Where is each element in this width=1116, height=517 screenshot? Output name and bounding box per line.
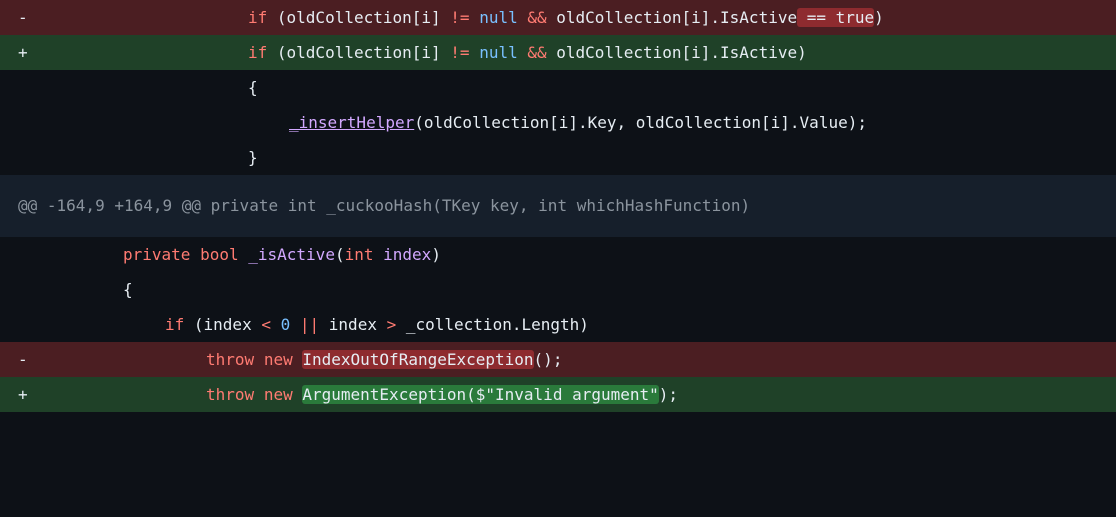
operator: && bbox=[527, 8, 547, 27]
code-token: (oldCollection[i].Key, oldCollection[i].… bbox=[414, 113, 867, 132]
code-token: (oldCollection[i] bbox=[267, 8, 451, 27]
code-token: ) bbox=[431, 245, 441, 264]
diff-line-context: { bbox=[0, 70, 1116, 105]
addition-marker: + bbox=[18, 43, 28, 62]
code-text: _insertHelper(oldCollection[i].Key, oldC… bbox=[289, 105, 867, 140]
diff-line-added: + throw new ArgumentException($"Invalid … bbox=[0, 377, 1116, 412]
operator: != bbox=[450, 43, 470, 62]
keyword: throw bbox=[206, 385, 255, 404]
keyword: new bbox=[263, 385, 293, 404]
diff-line-context: if (index < 0 || index > _collection.Len… bbox=[0, 307, 1116, 342]
operator: != bbox=[450, 8, 470, 27]
code-token: (oldCollection[i] bbox=[267, 43, 451, 62]
operator: && bbox=[527, 43, 547, 62]
code-text: } bbox=[248, 148, 258, 167]
code-text: if (index < 0 || index > _collection.Len… bbox=[165, 307, 589, 342]
literal: null bbox=[479, 43, 518, 62]
diff-line-deleted: - if (oldCollection[i] != null && oldCol… bbox=[0, 0, 1116, 35]
operator: || bbox=[299, 315, 320, 334]
code-text: if (oldCollection[i] != null && oldColle… bbox=[248, 0, 884, 35]
operator: > bbox=[386, 315, 397, 334]
code-text: throw new IndexOutOfRangeException(); bbox=[206, 342, 562, 377]
added-highlight: ArgumentException($"Invalid argument" bbox=[302, 385, 659, 404]
code-token: index bbox=[319, 315, 387, 334]
keyword: if bbox=[248, 8, 268, 27]
code-text: { bbox=[248, 78, 258, 97]
keyword: private bbox=[123, 245, 191, 264]
diff-line-context: { bbox=[0, 272, 1116, 307]
removed-highlight: IndexOutOfRangeException bbox=[302, 350, 534, 369]
diff-line-context: private bool _isActive(int index) bbox=[0, 237, 1116, 272]
code-token: oldCollection[i].IsActive bbox=[546, 8, 798, 27]
diff-line-added: + if (oldCollection[i] != null && oldCol… bbox=[0, 35, 1116, 70]
hunk-header-text: @@ -164,9 +164,9 @@ private int _cuckooH… bbox=[18, 196, 751, 215]
diff-line-deleted: - throw new IndexOutOfRangeException(); bbox=[0, 342, 1116, 377]
type-keyword: int bbox=[344, 245, 374, 264]
literal: 0 bbox=[280, 315, 291, 334]
deletion-marker: - bbox=[18, 350, 28, 369]
keyword: new bbox=[263, 350, 293, 369]
function-name: _insertHelper bbox=[289, 113, 415, 132]
code-diff-view: - if (oldCollection[i] != null && oldCol… bbox=[0, 0, 1116, 418]
code-token: (index bbox=[184, 315, 262, 334]
parameter: index bbox=[383, 245, 432, 264]
code-token: ( bbox=[334, 245, 345, 264]
removed-highlight: == true bbox=[797, 8, 875, 27]
code-token: ); bbox=[658, 385, 679, 404]
function-name: _isActive bbox=[248, 245, 335, 264]
keyword: throw bbox=[206, 350, 255, 369]
code-text: if (oldCollection[i] != null && oldColle… bbox=[248, 35, 807, 70]
keyword: if bbox=[165, 315, 185, 334]
operator: < bbox=[261, 315, 271, 334]
code-token: oldCollection[i].IsActive) bbox=[546, 43, 807, 62]
code-token: ) bbox=[874, 8, 884, 27]
diff-line-context: _insertHelper(oldCollection[i].Key, oldC… bbox=[0, 105, 1116, 140]
type-keyword: bool bbox=[200, 245, 239, 264]
code-text: throw new ArgumentException($"Invalid ar… bbox=[206, 377, 678, 412]
deletion-marker: - bbox=[18, 8, 28, 27]
code-text: { bbox=[123, 280, 133, 299]
code-token: _collection.Length) bbox=[396, 315, 589, 334]
hunk-header[interactable]: @@ -164,9 +164,9 @@ private int _cuckooH… bbox=[0, 175, 1116, 237]
addition-marker: + bbox=[18, 385, 28, 404]
code-token: (); bbox=[533, 350, 563, 369]
literal: null bbox=[479, 8, 518, 27]
diff-line-context: } bbox=[0, 140, 1116, 175]
keyword: if bbox=[248, 43, 268, 62]
code-text: private bool _isActive(int index) bbox=[123, 237, 441, 272]
